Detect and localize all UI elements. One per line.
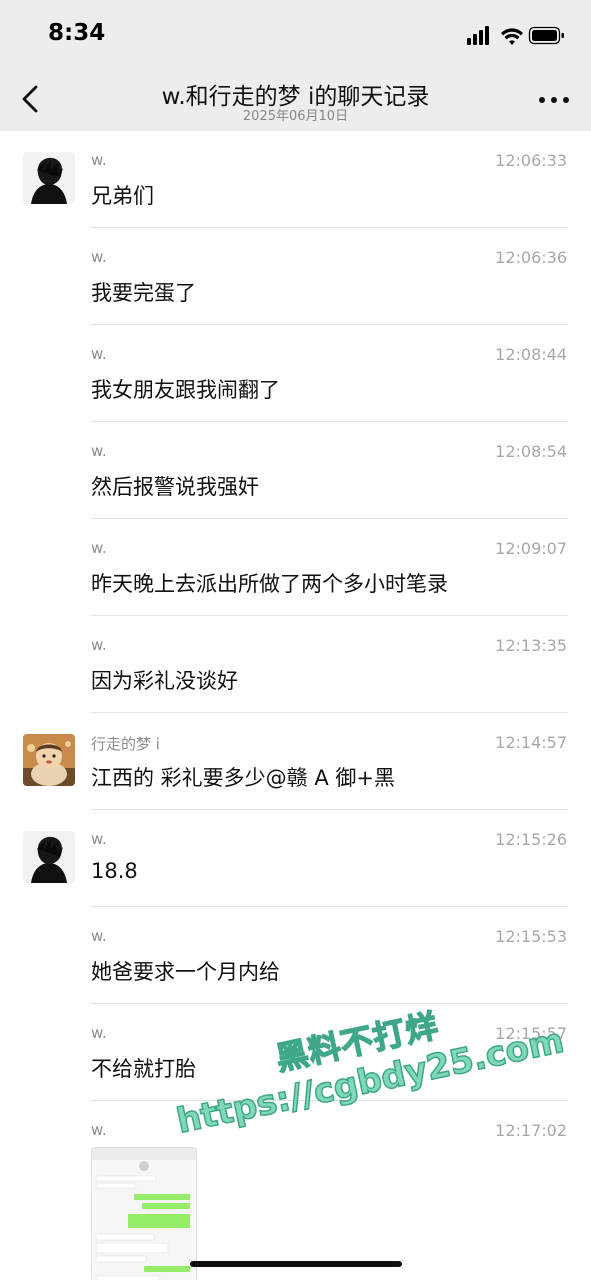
sender-name: w. xyxy=(91,151,107,169)
cartoon-character-avatar[interactable] xyxy=(23,734,75,786)
message-time: 12:15:53 xyxy=(495,927,567,946)
sender-name: w. xyxy=(91,442,107,460)
status-bar: 8:34 xyxy=(0,0,591,68)
sender-name: 行走的梦 i xyxy=(91,735,160,753)
message-text[interactable]: 江西的 彩礼要多少@赣 A 御+黑 xyxy=(91,762,395,792)
message-text[interactable]: 18.8 xyxy=(91,859,138,883)
message-time: 12:09:07 xyxy=(495,539,567,558)
message-time: 12:14:57 xyxy=(495,733,567,752)
message-text[interactable]: 她爸要求一个月内给 xyxy=(91,956,280,986)
message-row[interactable]: w. 12:08:44 我女朋友跟我闹翻了 xyxy=(0,325,591,422)
sender-name: w. xyxy=(91,248,107,266)
message-text[interactable]: 不给就打胎 xyxy=(91,1053,196,1083)
message-list[interactable]: w. 12:06:33 兄弟们 w. 12:06:36 我要完蛋了 w. 12:… xyxy=(0,131,591,1280)
message-text[interactable]: 兄弟们 xyxy=(91,180,154,210)
message-row[interactable]: w. 12:13:35 因为彩礼没谈好 xyxy=(0,616,591,713)
message-text[interactable]: 然后报警说我强奸 xyxy=(91,471,259,501)
message-time: 12:06:33 xyxy=(495,151,567,170)
sender-name: w. xyxy=(91,539,107,557)
sender-name: w. xyxy=(91,1024,107,1042)
chat-screenshot-thumbnail[interactable] xyxy=(91,1147,197,1280)
message-row[interactable]: w. 12:17:02 xyxy=(0,1101,591,1280)
dark-figure-avatar[interactable] xyxy=(23,152,75,204)
message-text[interactable]: 我要完蛋了 xyxy=(91,277,196,307)
status-time: 8:34 xyxy=(48,20,106,46)
message-row[interactable]: w. 12:15:57 不给就打胎 xyxy=(0,1004,591,1101)
sender-name: w. xyxy=(91,830,107,848)
sender-name: w. xyxy=(91,1121,107,1139)
message-time: 12:13:35 xyxy=(495,636,567,655)
message-time: 12:15:57 xyxy=(495,1024,567,1043)
message-time: 12:15:26 xyxy=(495,830,567,849)
wifi-icon xyxy=(501,28,523,45)
more-options-icon[interactable] xyxy=(537,90,571,110)
sender-name: w. xyxy=(91,927,107,945)
signal-icon xyxy=(467,26,489,45)
dark-figure-avatar[interactable] xyxy=(23,831,75,883)
sender-name: w. xyxy=(91,345,107,363)
message-time: 12:08:44 xyxy=(495,345,567,364)
status-icons xyxy=(467,26,564,45)
chat-record-date: 2025年06月10日 xyxy=(242,109,349,124)
message-row[interactable]: w. 12:15:53 她爸要求一个月内给 xyxy=(0,907,591,1004)
home-indicator[interactable] xyxy=(190,1261,402,1267)
message-text[interactable]: 我女朋友跟我闹翻了 xyxy=(91,374,280,404)
sender-name: w. xyxy=(91,636,107,654)
message-row[interactable]: w. 12:06:36 我要完蛋了 xyxy=(0,228,591,325)
message-time: 12:17:02 xyxy=(495,1121,567,1140)
message-row[interactable]: w. 12:09:07 昨天晚上去派出所做了两个多小时笔录 xyxy=(0,519,591,616)
message-row[interactable]: w. 12:08:54 然后报警说我强奸 xyxy=(0,422,591,519)
message-row[interactable]: 行走的梦 i 12:14:57 江西的 彩礼要多少@赣 A 御+黑 xyxy=(0,713,591,810)
message-text[interactable]: 昨天晚上去派出所做了两个多小时笔录 xyxy=(91,568,448,598)
battery-icon xyxy=(528,26,564,45)
message-time: 12:08:54 xyxy=(495,442,567,461)
nav-bar: w.和行走的梦 i的聊天记录 2025年06月10日 xyxy=(0,68,591,131)
message-time: 12:06:36 xyxy=(495,248,567,267)
message-row[interactable]: w. 12:15:26 18.8 xyxy=(0,810,591,907)
message-row[interactable]: w. 12:06:33 兄弟们 xyxy=(0,131,591,228)
message-text[interactable]: 因为彩礼没谈好 xyxy=(91,665,238,695)
